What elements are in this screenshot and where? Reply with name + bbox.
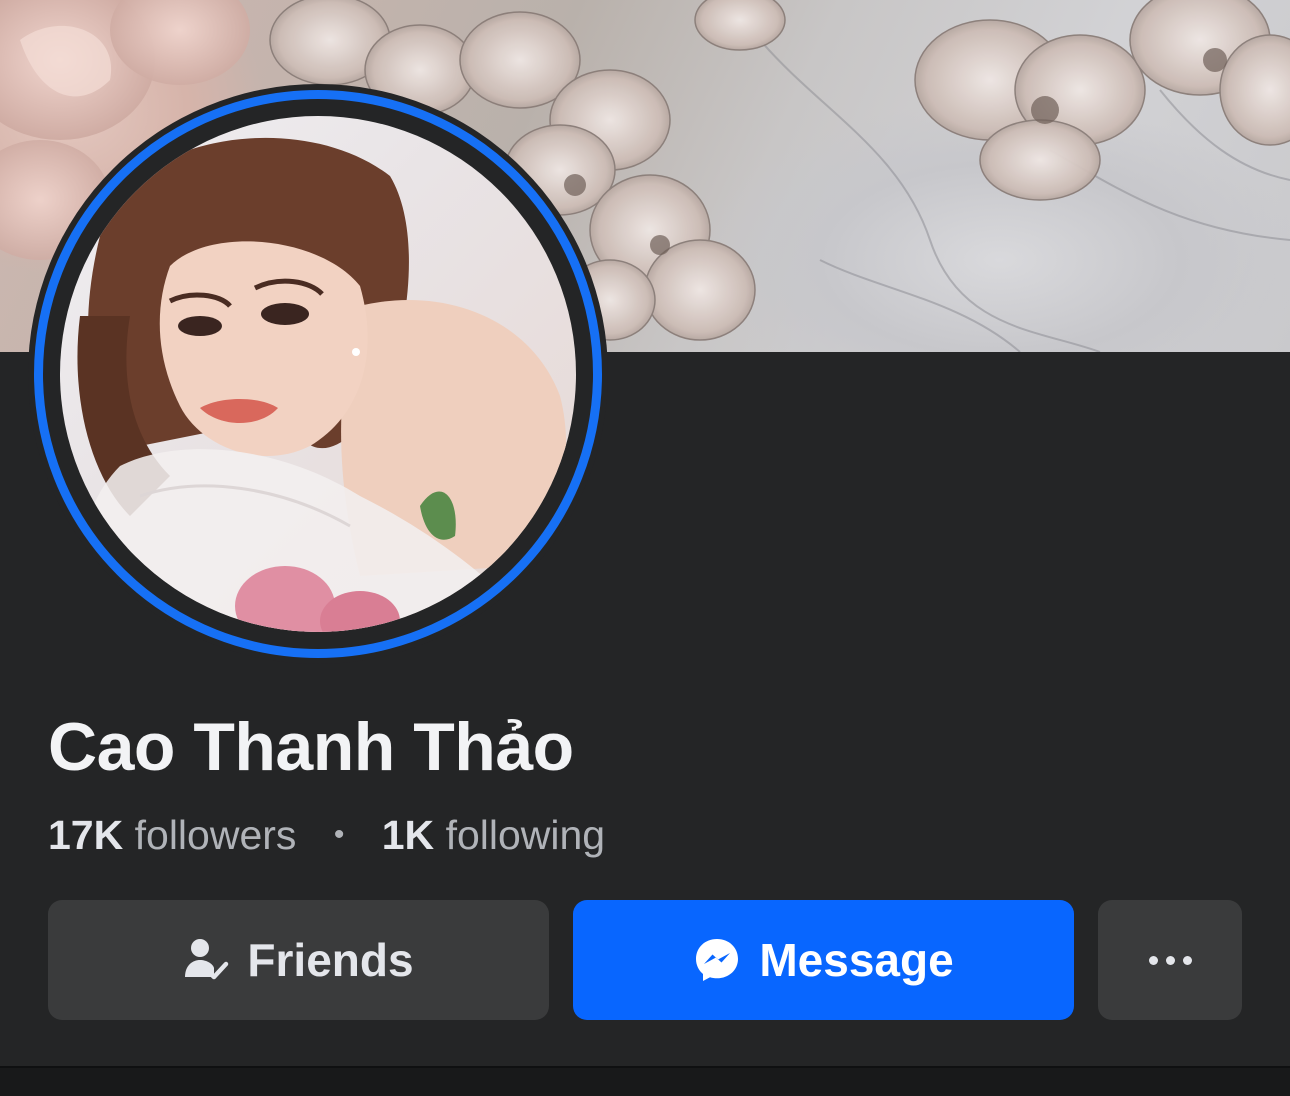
- avatar-photo: [60, 116, 576, 632]
- profile-avatar[interactable]: [28, 84, 608, 664]
- next-section-edge: [0, 1068, 1290, 1096]
- avatar-portrait-art: [76, 137, 567, 632]
- friends-check-icon: [183, 937, 229, 983]
- messenger-icon: [693, 936, 741, 984]
- friends-button[interactable]: Friends: [48, 900, 549, 1020]
- follow-stats: 17K followers • 1K following: [48, 812, 605, 859]
- message-button[interactable]: Message: [573, 900, 1074, 1020]
- more-dots-icon: [1148, 955, 1192, 965]
- more-button[interactable]: [1098, 900, 1242, 1020]
- following-count[interactable]: 1K: [382, 812, 434, 858]
- following-label[interactable]: following: [446, 812, 606, 858]
- followers-count[interactable]: 17K: [48, 812, 123, 858]
- message-button-label: Message: [759, 934, 954, 986]
- followers-label[interactable]: followers: [135, 812, 297, 858]
- stats-separator: •: [333, 818, 345, 851]
- profile-name: Cao Thanh Thảo: [48, 709, 574, 785]
- friends-button-label: Friends: [247, 934, 414, 986]
- profile-page: Cao Thanh Thảo 17K followers • 1K follow…: [0, 0, 1290, 1096]
